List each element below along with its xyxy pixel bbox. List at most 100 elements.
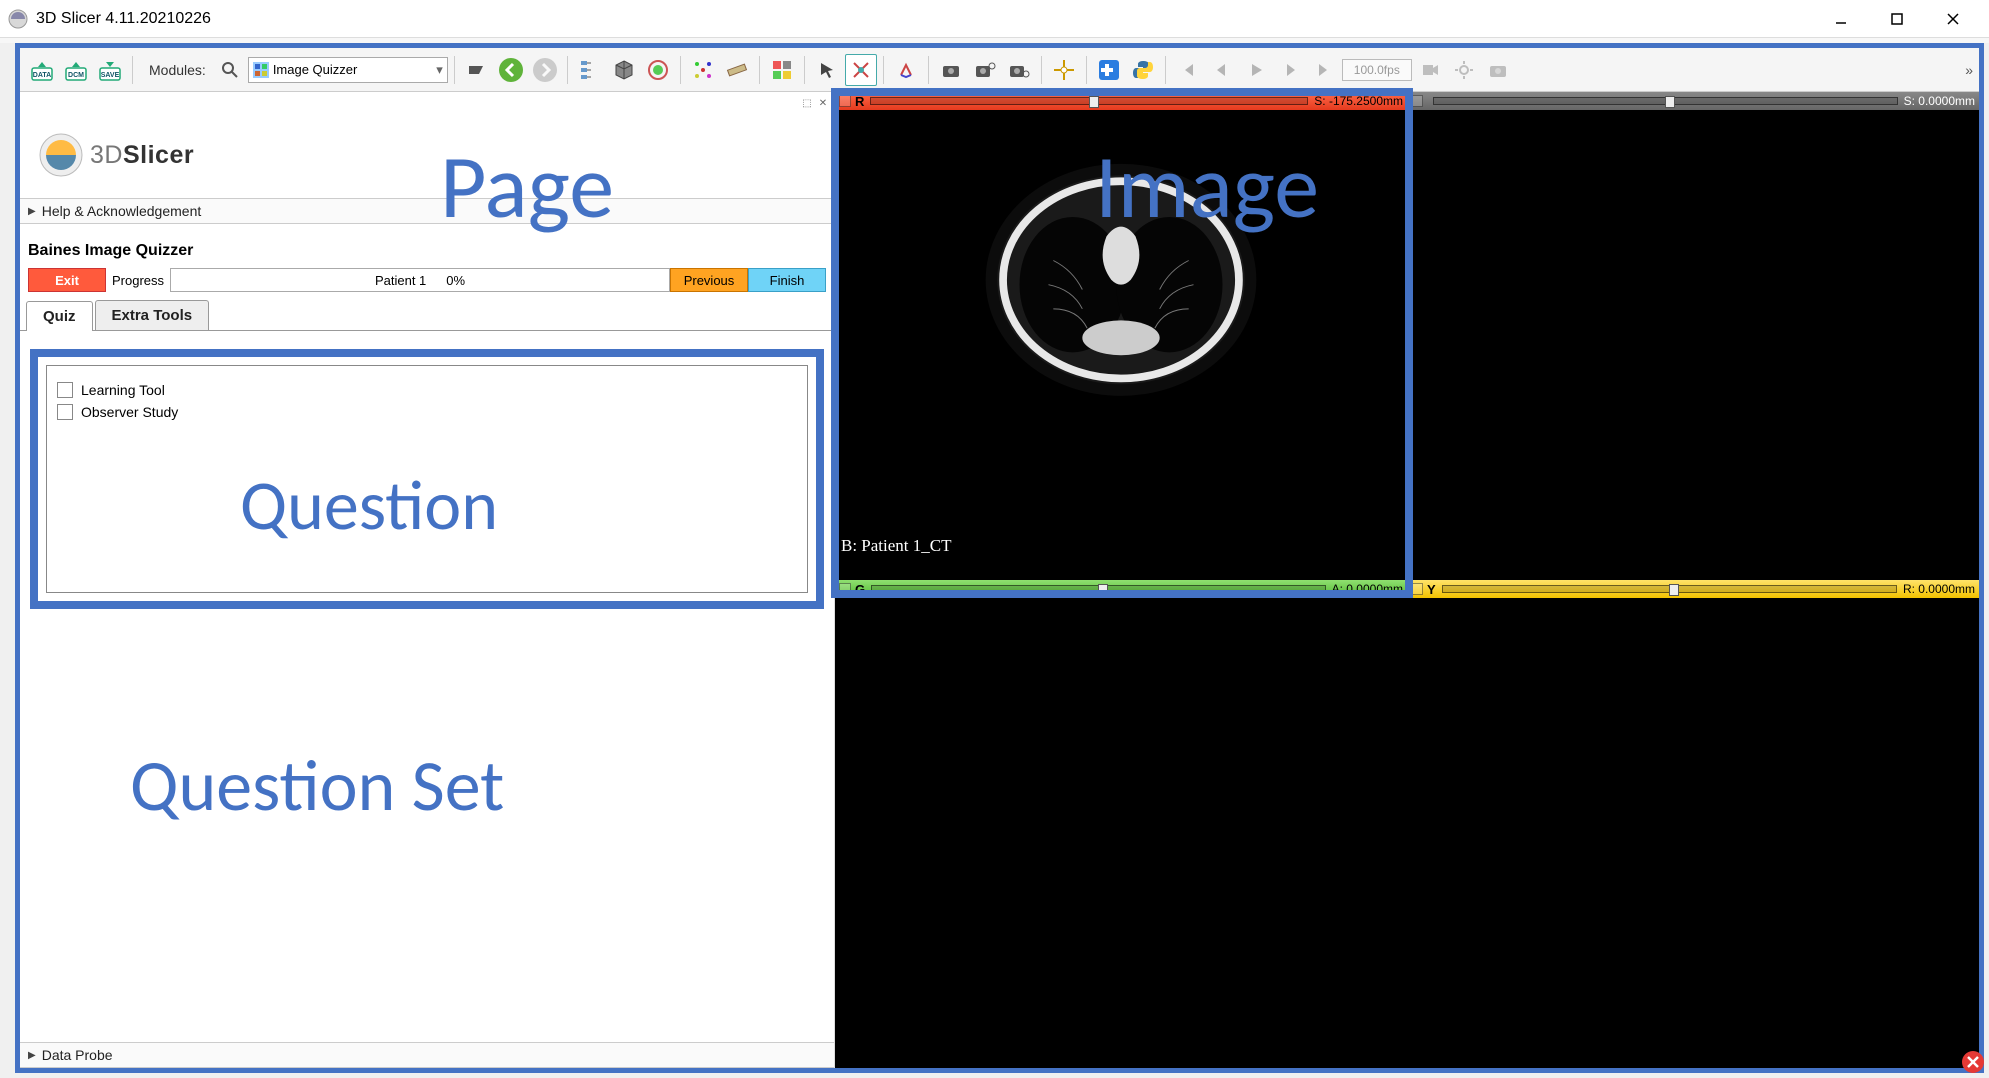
slice-view-red[interactable]: R S: -175.2500mm	[835, 92, 1407, 580]
exit-button[interactable]: Exit	[28, 268, 106, 292]
quiz-tabs: Quiz Extra Tools	[20, 300, 834, 331]
progress-name: Patient 1	[375, 273, 426, 288]
checkbox-icon	[57, 404, 73, 420]
ct-axial-image	[976, 130, 1266, 420]
load-dicom-icon[interactable]: DCM	[60, 54, 92, 86]
slice-3d-bar[interactable]: S: 0.0000mm	[1407, 92, 1979, 110]
transform-icon[interactable]	[687, 54, 719, 86]
play-next-icon[interactable]	[1274, 54, 1306, 86]
data-probe-header[interactable]: ▶Data Probe	[20, 1042, 834, 1068]
toolbar-overflow-icon[interactable]: »	[1965, 62, 1973, 78]
question-options: Learning Tool Observer Study	[46, 365, 808, 593]
slice-views-grid: R S: -175.2500mm	[835, 92, 1979, 1068]
modules-label: Modules:	[149, 62, 206, 78]
module-name: Image Quizzer	[273, 62, 358, 77]
scene-view-icon[interactable]	[969, 54, 1001, 86]
chevron-down-icon: ▾	[436, 62, 443, 78]
extensions-icon[interactable]	[1093, 54, 1125, 86]
slice-red-bar[interactable]: R S: -175.2500mm	[835, 92, 1407, 110]
slicer-logo-icon	[38, 132, 84, 178]
save-icon[interactable]: SAVE	[94, 54, 126, 86]
close-button[interactable]	[1925, 0, 1981, 38]
svg-text:DATA: DATA	[33, 72, 51, 79]
pin-icon[interactable]	[1411, 583, 1423, 595]
annotated-question-box: Learning Tool Observer Study	[30, 349, 824, 609]
error-status-icon[interactable]	[1961, 1050, 1985, 1074]
play-prev-icon[interactable]	[1206, 54, 1238, 86]
module-history-icon[interactable]	[461, 54, 493, 86]
slice-orientation-label: G	[855, 582, 865, 597]
slicer-brand: 3DSlicer	[90, 141, 194, 170]
slice-green-bar[interactable]: G A: 0.0000mm	[835, 580, 1407, 598]
module-search-icon[interactable]	[214, 54, 246, 86]
slice-view-yellow[interactable]: Y R: 0.0000mm	[1407, 580, 1979, 1068]
checkbox-icon	[57, 382, 73, 398]
module-panel: ⬚✕ 3DSlicer ▶Help & Acknowledgement Bain…	[20, 92, 835, 1068]
cursor-icon[interactable]	[811, 54, 843, 86]
fps-input[interactable]: 100.0fps	[1342, 59, 1412, 81]
segmentation-icon[interactable]	[642, 54, 674, 86]
checkbox-learning-tool[interactable]: Learning Tool	[57, 382, 797, 398]
svg-text:SAVE: SAVE	[101, 72, 120, 79]
screenshot-icon[interactable]	[935, 54, 967, 86]
progress-bar: Patient 1 0%	[170, 268, 670, 292]
slice-offset-slider[interactable]	[870, 97, 1308, 105]
screen-capture-icon[interactable]	[1003, 54, 1035, 86]
image-quizzer-icon	[253, 62, 269, 78]
svg-text:DCM: DCM	[68, 72, 84, 79]
annotation-question-set: Question Set	[130, 742, 504, 830]
quiz-module-title: Baines Image Quizzer	[20, 224, 834, 266]
load-data-icon[interactable]: DATA	[26, 54, 58, 86]
window-title: 3D Slicer 4.11.20210226	[36, 10, 1813, 28]
pin-icon[interactable]	[1411, 95, 1423, 107]
layout-selector-icon[interactable]	[766, 54, 798, 86]
previous-button[interactable]: Previous	[670, 268, 748, 292]
main-toolbar: DATA DCM SAVE Modules: Image Quizzer ▾	[20, 48, 1979, 92]
slice-offset-value: A: 0.0000mm	[1332, 582, 1403, 596]
slice-yellow-bar[interactable]: Y R: 0.0000mm	[1407, 580, 1979, 598]
window-titlebar: 3D Slicer 4.11.20210226	[0, 0, 1989, 38]
quiz-controls: Exit Progress Patient 1 0% Previous Fini…	[20, 266, 834, 294]
slice-orientation-label: R	[855, 94, 864, 109]
app-icon	[8, 9, 28, 29]
volume-render-icon[interactable]	[608, 54, 640, 86]
crosshair-icon[interactable]	[1048, 54, 1080, 86]
maximize-button[interactable]	[1869, 0, 1925, 38]
slice-offset-value: S: 0.0000mm	[1904, 94, 1975, 108]
record-icon[interactable]	[1414, 54, 1446, 86]
finish-button[interactable]: Finish	[748, 268, 826, 292]
slice-view-3d[interactable]: S: 0.0000mm	[1407, 92, 1979, 580]
panel-mini-controls[interactable]: ⬚✕	[800, 96, 830, 110]
slice-orientation-label: Y	[1427, 582, 1436, 597]
slice-offset-value: R: 0.0000mm	[1903, 582, 1975, 596]
pin-icon[interactable]	[839, 583, 851, 595]
progress-label: Progress	[112, 273, 164, 288]
slice-view-green[interactable]: G A: 0.0000mm	[835, 580, 1407, 1068]
minimize-button[interactable]	[1813, 0, 1869, 38]
checkbox-observer-study[interactable]: Observer Study	[57, 404, 797, 420]
progress-percent: 0%	[446, 273, 465, 288]
module-selector[interactable]: Image Quizzer ▾	[248, 57, 448, 83]
ruler-icon[interactable]	[721, 54, 753, 86]
slice-offset-slider[interactable]	[1442, 585, 1897, 593]
slice-background-label: B: Patient 1_CT	[841, 536, 952, 556]
data-tree-icon[interactable]	[574, 54, 606, 86]
slice-offset-slider[interactable]	[871, 585, 1326, 593]
play-icon[interactable]	[1240, 54, 1272, 86]
tab-quiz[interactable]: Quiz	[26, 301, 93, 331]
python-icon[interactable]	[1127, 54, 1159, 86]
nav-forward-icon[interactable]	[529, 54, 561, 86]
play-first-icon[interactable]	[1172, 54, 1204, 86]
slice-offset-slider[interactable]	[1433, 97, 1898, 105]
play-last-icon[interactable]	[1308, 54, 1340, 86]
annotated-page-frame: DATA DCM SAVE Modules: Image Quizzer ▾	[15, 43, 1984, 1073]
tab-extra-tools[interactable]: Extra Tools	[95, 300, 210, 330]
nav-back-icon[interactable]	[495, 54, 527, 86]
gear-icon[interactable]	[1448, 54, 1480, 86]
pin-icon[interactable]	[839, 95, 851, 107]
window-level-icon[interactable]	[890, 54, 922, 86]
camera-icon[interactable]	[1482, 54, 1514, 86]
help-ack-header[interactable]: ▶Help & Acknowledgement	[20, 198, 834, 224]
markups-icon[interactable]	[845, 54, 877, 86]
slice-offset-value: S: -175.2500mm	[1314, 94, 1403, 108]
